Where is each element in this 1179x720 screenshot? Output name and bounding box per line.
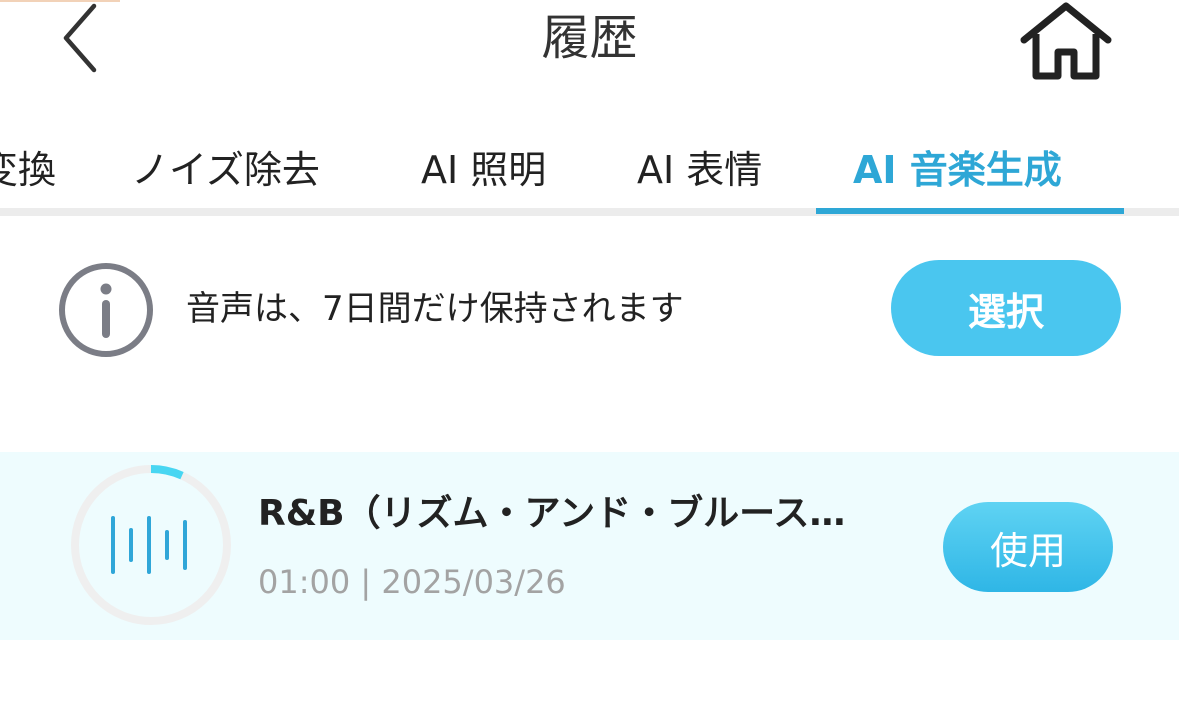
page-title: 履歴 bbox=[541, 10, 638, 66]
history-list-item[interactable]: R&B（リズム・アンド・ブルース… 01:00 | 2025/03/26 使用 bbox=[0, 452, 1179, 640]
history-screen: 履歴 変換 ノイズ除去 AI 照明 AI 表情 AI 音楽生成 音声は、7日間だ… bbox=[0, 0, 1179, 720]
tab-ai-lighting[interactable]: AI 照明 bbox=[421, 142, 546, 198]
tab-conversion[interactable]: 変換 bbox=[0, 142, 56, 198]
use-button[interactable]: 使用 bbox=[943, 502, 1113, 592]
retention-notice: 音声は、7日間だけ保持されます 選択 bbox=[0, 255, 1179, 365]
tab-noise-removal[interactable]: ノイズ除去 bbox=[131, 142, 320, 198]
tab-bar: 変換 ノイズ除去 AI 照明 AI 表情 AI 音楽生成 bbox=[0, 130, 1179, 216]
active-tab-indicator bbox=[816, 208, 1124, 214]
header-bar: 履歴 bbox=[0, 0, 1179, 100]
home-icon bbox=[1020, 2, 1112, 80]
tab-ai-music-generation[interactable]: AI 音楽生成 bbox=[853, 142, 1062, 198]
select-button[interactable]: 選択 bbox=[891, 260, 1121, 356]
track-duration-date: 01:00 | 2025/03/26 bbox=[258, 563, 566, 601]
retention-notice-text: 音声は、7日間だけ保持されます bbox=[186, 289, 684, 329]
track-title: R&B（リズム・アンド・ブルース… bbox=[258, 493, 846, 534]
info-icon bbox=[59, 263, 153, 357]
audio-wave-icon bbox=[71, 464, 231, 625]
home-button[interactable] bbox=[1014, 0, 1118, 84]
tab-ai-expression[interactable]: AI 表情 bbox=[637, 142, 762, 198]
